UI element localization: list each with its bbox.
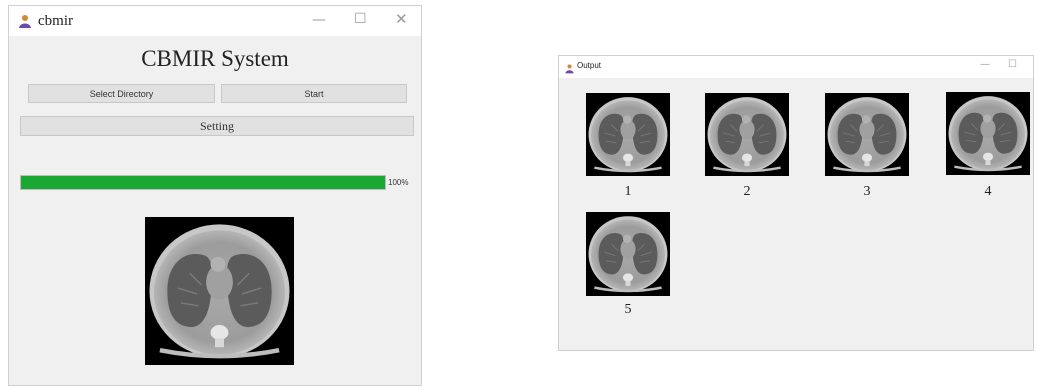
- result-image[interactable]: [705, 93, 789, 176]
- progress-bar: [20, 175, 386, 190]
- result-image[interactable]: [586, 212, 670, 296]
- output-titlebar: Output — ☐: [559, 56, 1033, 78]
- result-label: 3: [863, 184, 871, 199]
- select-directory-button[interactable]: Select Directory: [28, 84, 215, 103]
- result-label: 5: [624, 302, 632, 317]
- setting-button[interactable]: Setting: [20, 116, 414, 136]
- output-window-title: Output: [577, 61, 602, 70]
- result-image[interactable]: [586, 93, 670, 176]
- page-title: CBMIR System: [141, 46, 289, 71]
- main-titlebar: cbmir — ☐ ✕: [9, 6, 421, 36]
- result-label: 1: [624, 184, 632, 199]
- minimize-icon[interactable]: —: [980, 59, 990, 70]
- main-window-title: cbmir: [38, 13, 73, 29]
- progress-fill: [21, 176, 385, 189]
- maximize-icon[interactable]: ☐: [354, 11, 367, 27]
- person-icon: [564, 61, 575, 79]
- close-icon[interactable]: ✕: [395, 10, 408, 28]
- result-label: 2: [743, 184, 751, 199]
- result-image[interactable]: [946, 92, 1030, 175]
- maximize-icon[interactable]: ☐: [1008, 59, 1017, 70]
- progress-text: 100%: [388, 178, 409, 187]
- minimize-icon[interactable]: —: [312, 12, 326, 28]
- person-icon: [17, 13, 33, 34]
- query-image: [145, 217, 294, 365]
- result-image[interactable]: [825, 93, 909, 176]
- main-window: cbmir — ☐ ✕ CBMIR System Select Director…: [8, 5, 422, 386]
- start-button[interactable]: Start: [221, 84, 407, 103]
- result-label: 4: [984, 184, 992, 199]
- output-window: Output — ☐ 1 2 3 4 5: [558, 55, 1034, 351]
